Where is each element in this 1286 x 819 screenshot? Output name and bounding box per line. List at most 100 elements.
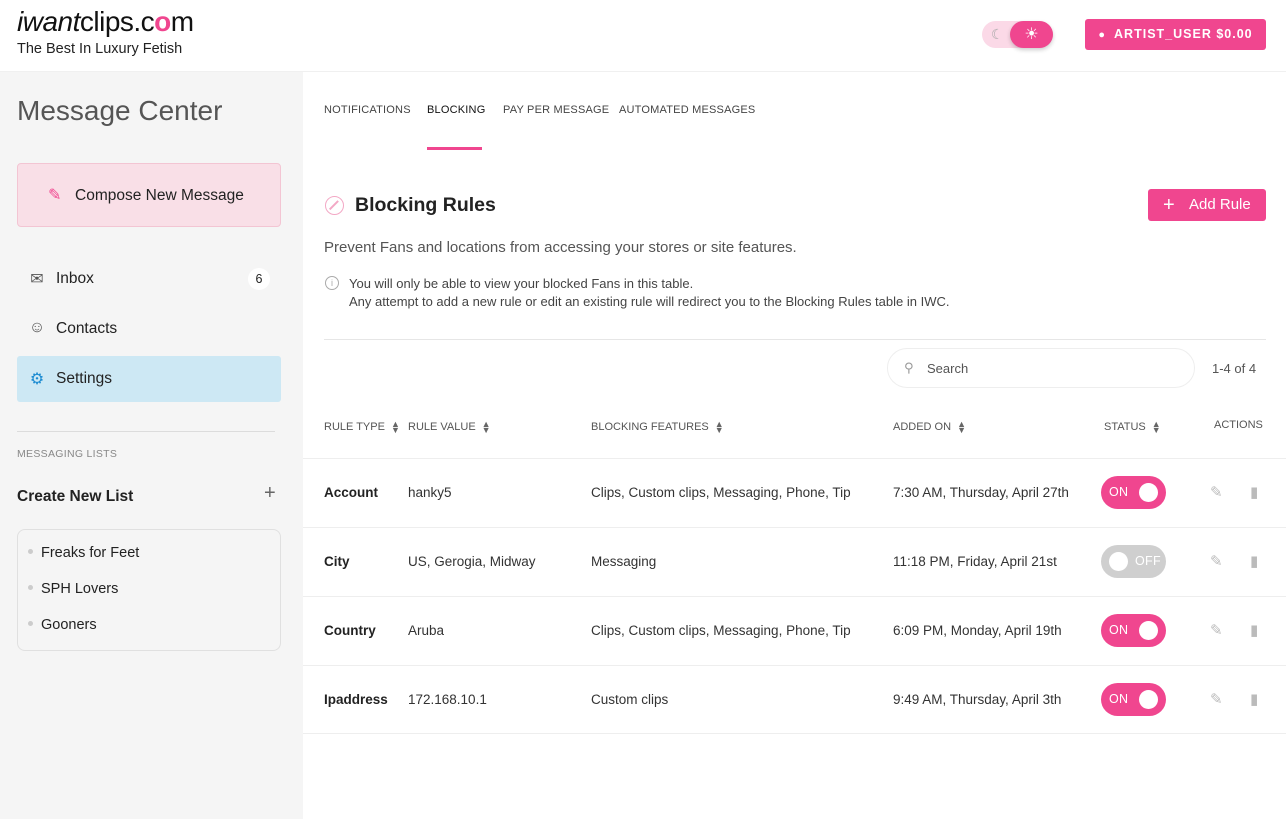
sort-icon: ▲ ▼ — [957, 419, 966, 436]
logo-text-o: o — [154, 6, 171, 37]
logo-text-clips: clips.c — [79, 6, 155, 37]
trash-icon[interactable]: ▮ — [1250, 483, 1258, 501]
rule-type-cell: City — [324, 554, 350, 569]
edit-icon[interactable]: ✎ — [1210, 483, 1223, 501]
added-on-cell: 6:09 PM, Monday, April 19th — [893, 623, 1062, 638]
list-item[interactable]: Freaks for Feet — [28, 545, 139, 561]
add-rule-button[interactable]: + Add Rule — [1148, 189, 1266, 221]
sidebar-item-contacts[interactable]: ☺ Contacts — [17, 306, 281, 352]
moon-icon: ☾ — [991, 26, 1004, 42]
added-on-cell: 11:18 PM, Friday, April 21st — [893, 554, 1057, 569]
top-bar: iwantclips.com The Best In Luxury Fetish… — [0, 0, 1286, 72]
blocking-features-cell: Messaging — [591, 554, 657, 569]
active-tab-indicator — [427, 147, 482, 150]
rule-type-cell: Account — [324, 485, 378, 500]
tab-automated-messages[interactable]: AUTOMATED MESSAGES — [619, 104, 755, 116]
sun-icon: ☀ — [1010, 21, 1053, 48]
toggle-knob — [1139, 690, 1158, 709]
add-rule-label: Add Rule — [1189, 196, 1251, 213]
create-new-list-label[interactable]: Create New List — [17, 488, 133, 506]
sidebar-divider — [17, 431, 275, 432]
header-label: STATUS — [1104, 421, 1146, 433]
pagination-count: 1-4 of 4 — [1212, 361, 1257, 376]
sidebar: Message Center ✎ Compose New Message ✉ I… — [0, 72, 303, 819]
column-header-rule-value[interactable]: RULE VALUE ▲ ▼ — [408, 419, 491, 436]
table-row: Country Aruba Clips, Custom clips, Messa… — [303, 596, 1286, 665]
rule-value-cell: hanky5 — [408, 485, 452, 500]
status-toggle[interactable]: ON — [1101, 683, 1166, 716]
user-icon: ● — [1098, 29, 1107, 41]
sidebar-item-label: Inbox — [56, 270, 94, 287]
tab-blocking[interactable]: BLOCKING — [427, 104, 485, 116]
tab-pay-per-message[interactable]: PAY PER MESSAGE — [503, 104, 609, 116]
tagline: The Best In Luxury Fetish — [17, 41, 183, 57]
block-icon — [325, 196, 344, 215]
add-list-plus-icon[interactable]: + — [264, 482, 276, 505]
bullet-icon — [28, 620, 33, 626]
rule-value-cell: US, Gerogia, Midway — [408, 554, 536, 569]
blocking-description: Prevent Fans and locations from accessin… — [324, 239, 797, 256]
logo[interactable]: iwantclips.com — [17, 6, 194, 38]
status-label: ON — [1109, 485, 1129, 499]
status-label: ON — [1109, 692, 1129, 706]
trash-icon[interactable]: ▮ — [1250, 621, 1258, 639]
list-item[interactable]: Gooners — [28, 617, 97, 633]
header-label: ADDED ON — [893, 421, 952, 433]
added-on-cell: 9:49 AM, Thursday, April 3th — [893, 692, 1062, 707]
column-header-rule-type[interactable]: RULE TYPE ▲ ▼ — [324, 419, 400, 436]
compose-label: Compose New Message — [75, 187, 244, 204]
edit-icon[interactable]: ✎ — [1210, 621, 1223, 639]
blocking-note-line-2: Any attempt to add a new rule or edit an… — [349, 294, 950, 309]
section-divider — [324, 339, 1266, 340]
header-label: RULE VALUE — [408, 421, 476, 433]
rule-value-cell: 172.168.10.1 — [408, 692, 487, 707]
rule-type-cell: Ipaddress — [324, 692, 388, 707]
column-header-status[interactable]: STATUS ▲ ▼ — [1104, 420, 1161, 435]
contacts-icon: ☺ — [28, 319, 46, 336]
rule-type-cell: Country — [324, 623, 376, 638]
tab-notifications[interactable]: NOTIFICATIONS — [324, 104, 411, 116]
status-toggle[interactable]: ON — [1101, 476, 1166, 509]
sidebar-title: Message Center — [17, 95, 223, 126]
status-toggle[interactable]: ON — [1101, 614, 1166, 647]
column-header-blocking-features[interactable]: BLOCKING FEATURES ▲ ▼ — [591, 420, 724, 435]
info-icon: i — [325, 276, 339, 290]
theme-toggle[interactable]: ☾ ☀ — [982, 21, 1053, 48]
blocking-note-line-1: You will only be able to view your block… — [349, 276, 694, 291]
toggle-knob — [1139, 621, 1158, 640]
logo-text-m: m — [170, 6, 194, 37]
search-placeholder: Search — [927, 361, 969, 376]
trash-icon[interactable]: ▮ — [1250, 552, 1258, 570]
sort-icon: ▲ ▼ — [390, 419, 400, 436]
search-input[interactable]: ⚲ Search — [887, 348, 1195, 388]
bullet-icon — [28, 548, 33, 554]
logo-text-iwant: iwant — [17, 6, 80, 37]
status-toggle[interactable]: OFF — [1101, 545, 1166, 578]
sidebar-item-label: Settings — [56, 370, 113, 387]
blocking-features-cell: Clips, Custom clips, Messaging, Phone, T… — [591, 623, 851, 638]
bullet-icon — [28, 584, 33, 590]
messaging-lists-heading: MESSAGING LISTS — [17, 448, 118, 460]
mail-icon: ✉ — [30, 271, 44, 288]
list-item-label: Gooners — [41, 617, 97, 633]
sort-icon: ▲ ▼ — [481, 419, 491, 436]
sidebar-item-settings[interactable]: ⚙ Settings — [17, 356, 281, 402]
page-title: Blocking Rules — [355, 194, 496, 216]
list-item[interactable]: SPH Lovers — [28, 581, 118, 597]
table-row: Ipaddress 172.168.10.1 Custom clips 9:49… — [303, 665, 1286, 734]
edit-icon[interactable]: ✎ — [1210, 552, 1223, 570]
column-header-added-on[interactable]: ADDED ON ▲ ▼ — [893, 419, 966, 436]
trash-icon[interactable]: ▮ — [1250, 690, 1258, 708]
table-row: City US, Gerogia, Midway Messaging 11:18… — [303, 527, 1286, 596]
compose-new-message-button[interactable]: ✎ Compose New Message — [17, 163, 281, 227]
toggle-knob — [1109, 552, 1128, 571]
table-row: Account hanky5 Clips, Custom clips, Mess… — [303, 458, 1286, 527]
edit-icon[interactable]: ✎ — [1210, 690, 1223, 708]
column-header-actions: ACTIONS — [1214, 419, 1263, 431]
search-icon: ⚲ — [904, 360, 914, 375]
inbox-count-badge: 6 — [248, 268, 270, 290]
pencil-icon: ✎ — [48, 187, 62, 204]
added-on-cell: 7:30 AM, Thursday, April 27th — [893, 485, 1069, 500]
sidebar-item-inbox[interactable]: ✉ Inbox 6 — [17, 256, 281, 302]
user-account-button[interactable]: ● ARTIST_USER $0.00 — [1085, 19, 1266, 50]
